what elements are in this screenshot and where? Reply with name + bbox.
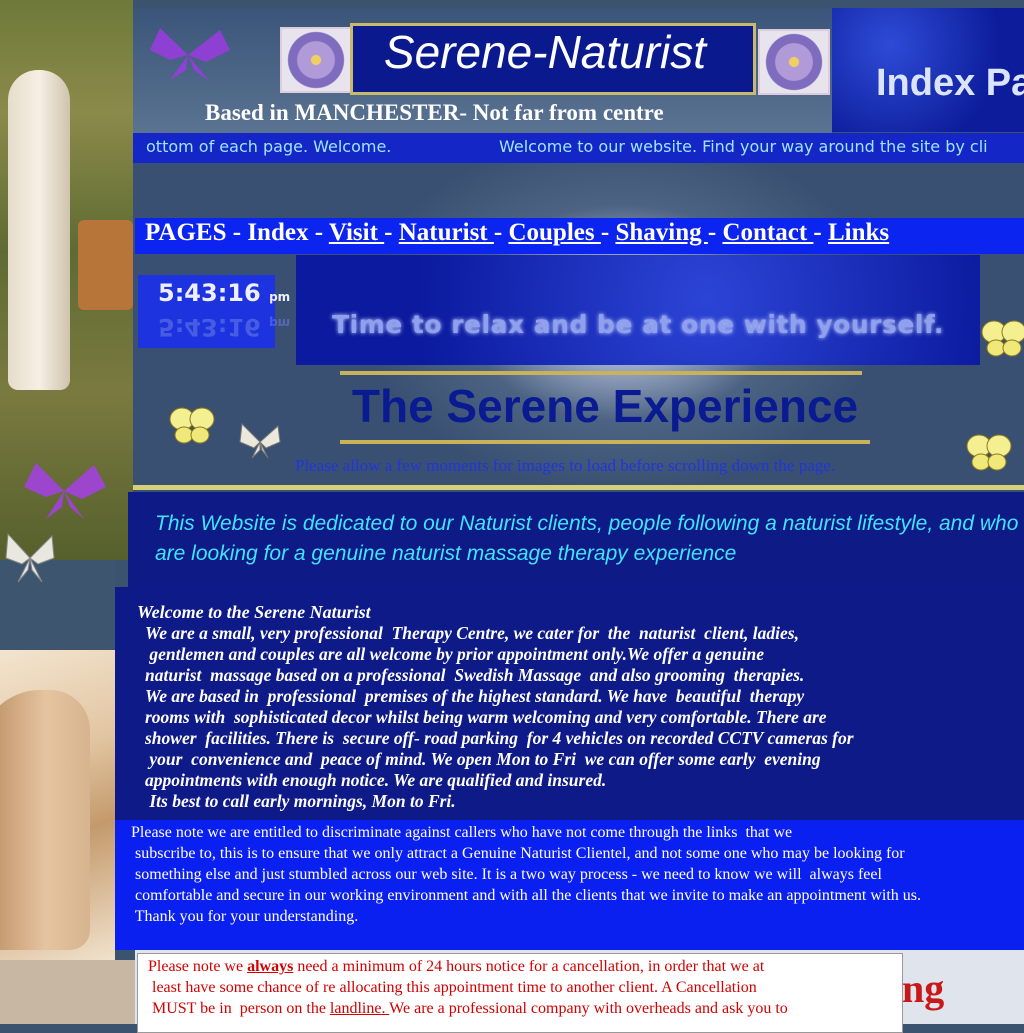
- cancellation-part1: Please note we: [148, 958, 248, 975]
- nav-prefix: PAGES -: [145, 219, 248, 246]
- landline-link[interactable]: landline.: [330, 1000, 389, 1017]
- left-bottom-image: [0, 960, 135, 1024]
- nav-sep: -: [384, 219, 399, 246]
- screening-note: Please note we are entitled to discrimin…: [131, 824, 922, 925]
- nav-sep: -: [493, 219, 509, 246]
- yellow-butterfly-icon: [981, 320, 1024, 357]
- site-title: Serene-Naturist: [383, 26, 707, 78]
- white-butterfly-icon: [5, 532, 55, 583]
- marquee-text-left: ottom of each page. Welcome.: [146, 137, 392, 156]
- flower-image-left: [280, 27, 352, 93]
- divider: [133, 485, 1024, 490]
- nav-index: Index: [247, 219, 309, 246]
- nav-sep: -: [600, 219, 616, 246]
- experience-heading: The Serene Experience: [351, 380, 859, 432]
- nav-link-couples[interactable]: Couples: [508, 219, 600, 246]
- clock-reflection: 5:43:16 pm: [158, 313, 290, 341]
- nav-sep: -: [308, 219, 329, 246]
- nav-link-links[interactable]: Links: [828, 219, 889, 246]
- nav-link-naturist[interactable]: Naturist: [399, 219, 494, 246]
- yellow-butterfly-icon: [169, 407, 215, 444]
- image-load-note: Please allow a few moments for images to…: [295, 456, 836, 475]
- clock-ampm: pm: [269, 290, 291, 304]
- clock-reflection-ampm: pm: [269, 316, 291, 330]
- clock-time-value: 5:43:16: [158, 279, 261, 307]
- nav-sep: -: [813, 219, 828, 246]
- relax-tagline: Time to relax and be at one with yoursel…: [332, 310, 944, 339]
- cancellation-always: always: [247, 958, 294, 975]
- welcome-body: We are a small, very professional Therap…: [145, 623, 854, 811]
- purple-butterfly-icon: [150, 28, 230, 82]
- model-photo: [0, 650, 115, 960]
- heading-rule-bottom: [340, 440, 870, 444]
- yellow-butterfly-icon: [966, 434, 1012, 471]
- nav-link-shaving[interactable]: Shaving: [615, 219, 707, 246]
- cancellation-policy: Please note we always need a minimum of …: [148, 956, 898, 1019]
- purple-butterfly-icon: [24, 463, 106, 519]
- clock-reflection-value: 5:43:16: [158, 313, 261, 341]
- nav-link-contact[interactable]: Contact: [722, 219, 813, 246]
- welcome-title: Welcome to the Serene Naturist: [137, 602, 371, 622]
- nav-link-visit[interactable]: Visit: [329, 219, 384, 246]
- partial-heading: ng: [902, 966, 945, 1011]
- cancellation-part3: We are a professional company with overh…: [389, 1000, 788, 1017]
- white-butterfly-icon: [239, 422, 281, 459]
- clock-time: 5:43:16 pm: [158, 279, 290, 307]
- nav-links: PAGES - Index - Visit - Naturist - Coupl…: [145, 219, 889, 247]
- welcome-marquee: ottom of each page. Welcome. Welcome to …: [133, 133, 1024, 163]
- index-page-label: Index Pa: [876, 62, 1024, 104]
- nav-sep: -: [707, 219, 723, 246]
- dedication-text: This Website is dedicated to our Naturis…: [155, 512, 1019, 565]
- flower-image-right: [758, 29, 830, 95]
- heading-rule-top: [340, 371, 862, 375]
- marquee-text-right: Welcome to our website. Find your way ar…: [499, 137, 988, 156]
- location-subtitle: Based in MANCHESTER- Not far from centre: [205, 100, 664, 125]
